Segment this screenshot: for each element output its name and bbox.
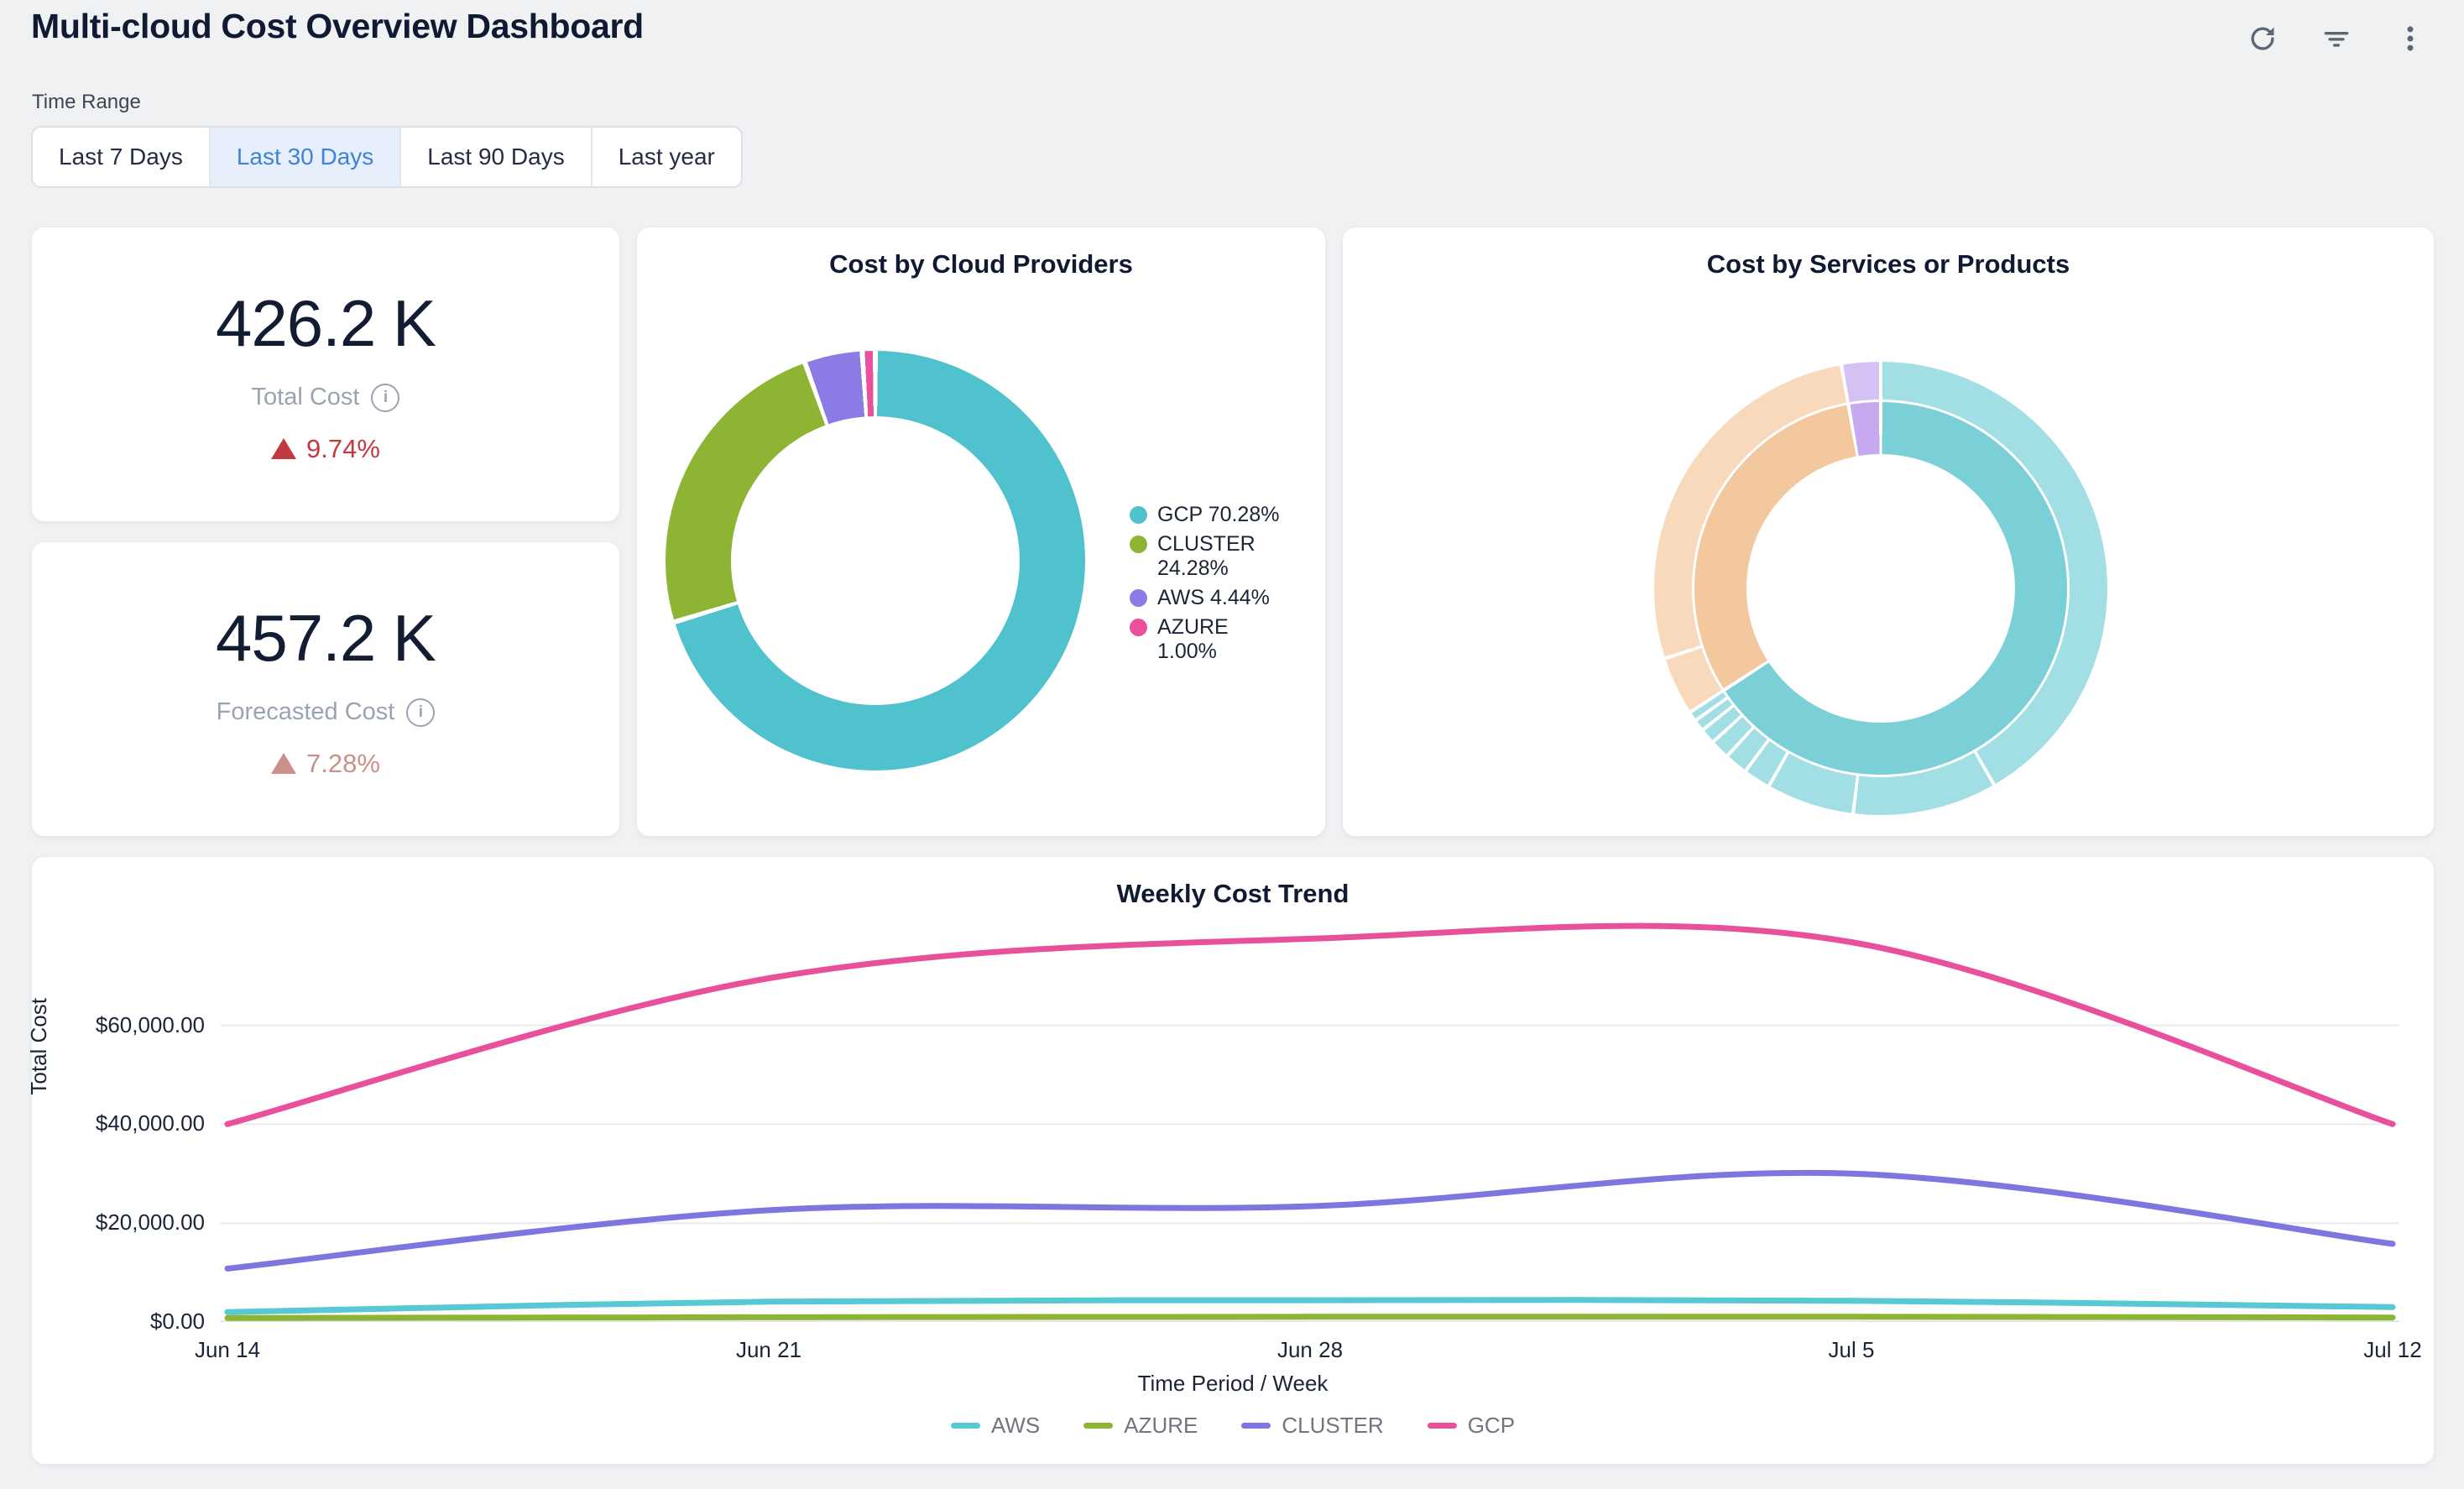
x-tick-label: Jun 14 <box>195 1337 260 1363</box>
y-tick-label: $40,000.00 <box>29 1110 205 1136</box>
legend-dot <box>1130 506 1147 524</box>
legend-dash <box>1083 1423 1113 1429</box>
chart-title: Cost by Services or Products <box>1343 249 2434 280</box>
trend-plot-area[interactable] <box>221 912 2399 1322</box>
x-tick-label: Jul 12 <box>2363 1337 2421 1363</box>
legend-label: GCP <box>1468 1413 1515 1439</box>
dashboard-page: Multi-cloud Cost Overview Dashboard Time… <box>0 0 2464 1489</box>
kpi-value: 426.2 K <box>216 285 436 362</box>
page-title: Multi-cloud Cost Overview Dashboard <box>31 7 644 46</box>
more-vertical-icon <box>2394 23 2426 55</box>
legend-item-gcp[interactable]: GCP 70.28% <box>1130 503 1293 527</box>
kpi-delta: 9.74% <box>271 434 380 464</box>
trend-legend: AWS AZURE CLUSTER GCP <box>32 1413 2434 1439</box>
legend-label: AZURE <box>1124 1413 1198 1439</box>
time-range-option-last-7-days[interactable]: Last 7 Days <box>33 128 209 186</box>
time-range-group: Last 7 DaysLast 30 DaysLast 90 DaysLast … <box>31 126 743 188</box>
legend-label: CLUSTER <box>1282 1413 1383 1439</box>
kpi-delta-value: 9.74% <box>306 434 380 464</box>
legend-label: AWS 4.44% <box>1157 586 1270 610</box>
chart-title: Cost by Cloud Providers <box>637 249 1325 280</box>
legend-dot <box>1130 619 1147 636</box>
triangle-up-icon <box>271 438 296 459</box>
kpi-delta-value: 7.28% <box>306 749 380 779</box>
donut-hole <box>731 416 1020 705</box>
kpi-delta: 7.28% <box>271 749 380 779</box>
legend-dash <box>1428 1423 1457 1429</box>
refresh-button[interactable] <box>2242 18 2283 59</box>
legend-label: CLUSTER 24.28% <box>1157 532 1293 581</box>
legend-dot <box>1130 536 1147 553</box>
legend-label: AWS <box>991 1413 1040 1439</box>
kpi-value: 457.2 K <box>216 600 436 677</box>
time-range-option-last-year[interactable]: Last year <box>591 128 741 186</box>
providers-donut-chart[interactable] <box>666 351 1085 771</box>
header-toolbar <box>2242 18 2430 59</box>
trend-legend-item-azure[interactable]: AZURE <box>1083 1413 1198 1439</box>
time-range-option-last-90-days[interactable]: Last 90 Days <box>399 128 590 186</box>
x-tick-label: Jun 28 <box>1277 1337 1343 1363</box>
kpi-card-total-cost: 426.2 K Total Cost i 9.74% <box>31 227 620 522</box>
legend-item-aws[interactable]: AWS 4.44% <box>1130 586 1293 610</box>
sunburst-hole <box>1749 457 2012 720</box>
triangle-up-icon <box>271 753 296 774</box>
chart-title: Weekly Cost Trend <box>32 879 2434 909</box>
kpi-label: Forecasted Cost i <box>217 698 436 727</box>
providers-legend: GCP 70.28% CLUSTER 24.28% AWS 4.44% AZURE 1… <box>1130 503 1293 664</box>
info-icon[interactable]: i <box>371 384 399 412</box>
y-tick-label: $0.00 <box>29 1309 205 1335</box>
x-tick-label: Jul 5 <box>1829 1337 1875 1363</box>
kpi-card-forecasted-cost: 457.2 K Forecasted Cost i 7.28% <box>31 541 620 837</box>
weekly-cost-trend-card: Weekly Cost Trend Total Cost $0.00$20,00… <box>31 856 2435 1465</box>
y-tick-label: $60,000.00 <box>29 1012 205 1038</box>
kpi-label: Total Cost i <box>252 384 400 412</box>
cost-by-services-card: Cost by Services or Products <box>1342 227 2435 837</box>
legend-item-azure[interactable]: AZURE 1.00% <box>1130 615 1293 664</box>
more-options-button[interactable] <box>2390 18 2430 59</box>
filter-button[interactable] <box>2316 18 2357 59</box>
filter-icon <box>2320 23 2352 55</box>
trend-legend-item-aws[interactable]: AWS <box>951 1413 1040 1439</box>
legend-dash <box>1241 1423 1271 1429</box>
time-range-option-last-30-days[interactable]: Last 30 Days <box>209 128 399 186</box>
legend-dot <box>1130 589 1147 607</box>
series-line-cluster[interactable] <box>227 1173 2393 1268</box>
series-line-aws[interactable] <box>227 1300 2393 1312</box>
legend-dash <box>951 1423 980 1429</box>
info-icon[interactable]: i <box>406 698 435 727</box>
y-axis: $0.00$20,000.00$40,000.00$60,000.00 <box>32 912 208 1322</box>
trend-legend-item-cluster[interactable]: CLUSTER <box>1241 1413 1383 1439</box>
cost-by-providers-card: Cost by Cloud Providers GCP 70.28% CLUSTE… <box>636 227 1326 837</box>
kpi-label-text: Forecasted Cost <box>217 698 395 726</box>
refresh-icon <box>2247 23 2279 55</box>
time-range-label: Time Range <box>32 91 141 114</box>
series-line-azure[interactable] <box>227 1317 2393 1319</box>
x-axis: Jun 14Jun 21Jun 28Jul 5Jul 12 <box>221 1337 2399 1366</box>
kpi-label-text: Total Cost <box>252 384 360 411</box>
legend-label: GCP 70.28% <box>1157 503 1279 527</box>
legend-item-cluster[interactable]: CLUSTER 24.28% <box>1130 532 1293 581</box>
trend-legend-item-gcp[interactable]: GCP <box>1428 1413 1515 1439</box>
services-sunburst-chart[interactable] <box>1654 362 2107 815</box>
y-tick-label: $20,000.00 <box>29 1209 205 1236</box>
x-tick-label: Jun 21 <box>736 1337 801 1363</box>
x-axis-title: Time Period / Week <box>32 1371 2434 1397</box>
legend-label: AZURE 1.00% <box>1157 615 1293 664</box>
